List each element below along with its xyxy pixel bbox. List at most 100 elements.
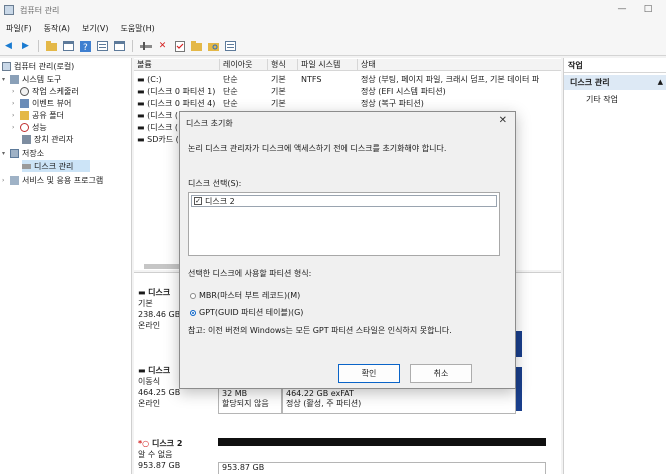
- disk-1-name: 디스크: [148, 366, 171, 375]
- ok-button[interactable]: 확인: [338, 364, 400, 383]
- partition-unallocated[interactable]: 32 MB 할당되지 않음: [218, 386, 282, 414]
- column-header-type[interactable]: 형식: [268, 59, 298, 70]
- partition-bar: [218, 438, 546, 446]
- folder-icon[interactable]: [190, 40, 203, 53]
- view-icon[interactable]: [113, 40, 126, 53]
- disk-checkbox[interactable]: ✓: [194, 197, 202, 205]
- menu-help[interactable]: 도움말(H): [114, 23, 160, 34]
- tools-icon: [10, 74, 19, 84]
- tree-label: 저장소: [22, 148, 45, 158]
- column-header-status[interactable]: 상태: [358, 59, 561, 70]
- tree-item-root[interactable]: 컴퓨터 관리(로컬): [2, 60, 74, 72]
- tree-item-shared-folders[interactable]: › 공유 폴더: [12, 109, 64, 121]
- partition-exfat[interactable]: 464.22 GB exFAT 정상 (활성, 주 파티션): [282, 386, 516, 414]
- dialog-title: 디스크 초기화: [186, 119, 233, 128]
- volume-status: 정상 (EFI 시스템 파티션): [361, 86, 446, 96]
- expand-arrow-icon[interactable]: ›: [12, 124, 17, 131]
- option-mbr[interactable]: MBR(마스터 부트 레코드)(M): [190, 290, 300, 301]
- expand-arrow-icon[interactable]: ▾: [2, 76, 7, 83]
- shared-folder-icon: [20, 110, 29, 120]
- tree-item-task-scheduler[interactable]: › 작업 스케줄러: [12, 85, 79, 97]
- minimize-button[interactable]: —: [612, 2, 632, 16]
- column-header-filesystem[interactable]: 파일 시스템: [298, 59, 358, 70]
- partition-disk-2[interactable]: 953.87 GB: [218, 462, 546, 474]
- volume-name: (디스크 0 파티션 4): [147, 98, 216, 108]
- cancel-button[interactable]: 취소: [410, 364, 472, 383]
- disk-select-label: 디스크 선택(S):: [188, 179, 242, 188]
- volume-status: 정상 (부팅, 페이지 파일, 크래시 덤프, 기본 데이터 파: [361, 74, 540, 84]
- partition-bar: [516, 331, 522, 357]
- table-row[interactable]: ▬ (C:) 단순 기본 NTFS 정상 (부팅, 페이지 파일, 크래시 덤프…: [134, 73, 561, 85]
- more-actions-link[interactable]: 기타 작업: [586, 94, 618, 105]
- collapse-arrow-icon[interactable]: ▲: [658, 75, 663, 90]
- performance-icon: [20, 122, 29, 132]
- tree-label: 공유 폴더: [32, 110, 64, 120]
- tree-label: 시스템 도구: [22, 74, 62, 84]
- list-view-icon[interactable]: [224, 40, 237, 53]
- tree-item-device-manager[interactable]: 장치 관리자: [22, 133, 73, 145]
- partition-size: 464.22 GB exFAT: [286, 389, 354, 398]
- connect-icon[interactable]: [139, 40, 152, 53]
- tree-label: 성능: [32, 122, 47, 132]
- back-arrow-icon[interactable]: ◀: [2, 40, 15, 53]
- tree-item-services[interactable]: › 서비스 및 응용 프로그램: [2, 174, 103, 186]
- dialog-close-button[interactable]: ✕: [499, 115, 507, 126]
- disk-select-list[interactable]: ✓ 디스크 2: [188, 192, 500, 256]
- actions-section-disk-management[interactable]: 디스크 관리 ▲: [564, 75, 666, 90]
- event-viewer-icon: [20, 98, 29, 108]
- disk-management-icon: [22, 163, 31, 169]
- gpt-radio[interactable]: [190, 309, 196, 316]
- toolbar: ◀ ▶ ? ✕: [0, 37, 666, 56]
- section-label: 디스크 관리: [570, 78, 610, 87]
- help-icon[interactable]: ?: [79, 40, 92, 53]
- folder-up-icon[interactable]: [45, 40, 58, 53]
- table-row[interactable]: ▬ (디스크 0 파티션 4) 단순 기본 정상 (복구 파티션): [134, 97, 561, 109]
- mbr-radio[interactable]: [190, 292, 196, 299]
- menu-action[interactable]: 동작(A): [38, 23, 76, 34]
- partition-style-label: 선택한 디스크에 사용할 파티션 형식:: [188, 269, 312, 278]
- option-gpt[interactable]: GPT(GUID 파티션 테이블)(G): [190, 307, 303, 318]
- delete-icon[interactable]: ✕: [156, 40, 169, 53]
- volume-layout: 단순: [223, 86, 238, 96]
- volume-name: SD카드 (: [147, 134, 179, 144]
- expand-arrow-icon[interactable]: ›: [12, 100, 17, 107]
- menu-file[interactable]: 파일(F): [0, 23, 38, 34]
- volume-name: (디스크 0 파티션 1): [147, 86, 216, 96]
- console-tree-icon[interactable]: [62, 40, 75, 53]
- checklist-icon[interactable]: [173, 40, 186, 53]
- column-header-layout[interactable]: 레이아웃: [220, 59, 268, 70]
- column-header-volume[interactable]: 볼륨: [134, 59, 220, 70]
- tree-item-storage[interactable]: ▾ 저장소: [2, 147, 44, 159]
- expand-arrow-icon[interactable]: ›: [12, 112, 17, 119]
- volume-icon: ▬: [137, 110, 148, 120]
- tree-item-disk-management[interactable]: 디스크 관리: [22, 160, 90, 172]
- dialog-note: 참고: 이전 버전의 Windows는 모든 GPT 파티션 스타일은 인식하지…: [188, 326, 452, 335]
- list-item[interactable]: ✓ 디스크 2: [191, 195, 497, 207]
- partition-bar: [516, 367, 522, 411]
- tree-item-event-viewer[interactable]: › 이벤트 뷰어: [12, 97, 71, 109]
- mbr-label: MBR(마스터 부트 레코드)(M): [199, 291, 301, 300]
- volume-status: 정상 (복구 파티션): [361, 98, 424, 108]
- forward-arrow-icon[interactable]: ▶: [19, 40, 32, 53]
- tree-item-system-tools[interactable]: ▾ 시스템 도구: [2, 73, 61, 85]
- menu-view[interactable]: 보기(V): [76, 23, 114, 34]
- expand-arrow-icon[interactable]: ›: [12, 88, 17, 95]
- expand-arrow-icon[interactable]: ›: [2, 177, 7, 184]
- volume-icon: ▬: [137, 74, 148, 84]
- actions-pane: 작업 디스크 관리 ▲ 기타 작업: [563, 58, 666, 474]
- tree-label: 디스크 관리: [34, 161, 74, 171]
- table-row[interactable]: ▬ (디스크 0 파티션 1) 단순 기본 정상 (EFI 시스템 파티션): [134, 85, 561, 97]
- maximize-button[interactable]: □: [638, 2, 658, 16]
- properties-icon[interactable]: [96, 40, 109, 53]
- computer-management-icon: [4, 5, 14, 15]
- search-folder-icon[interactable]: [207, 40, 220, 53]
- disk-0-name: 디스크: [148, 288, 171, 297]
- services-icon: [10, 175, 19, 185]
- tree-item-performance[interactable]: › 성능: [12, 121, 47, 133]
- tree-label: 작업 스케줄러: [32, 86, 79, 96]
- disk-2-name: 디스크 2: [151, 439, 183, 448]
- disk-2-info[interactable]: *○ 디스크 2 알 수 없음 953.87 GB: [138, 438, 220, 471]
- expand-arrow-icon[interactable]: ▾: [2, 150, 7, 157]
- volume-layout: 단순: [223, 98, 238, 108]
- volume-type: 기본: [271, 74, 286, 84]
